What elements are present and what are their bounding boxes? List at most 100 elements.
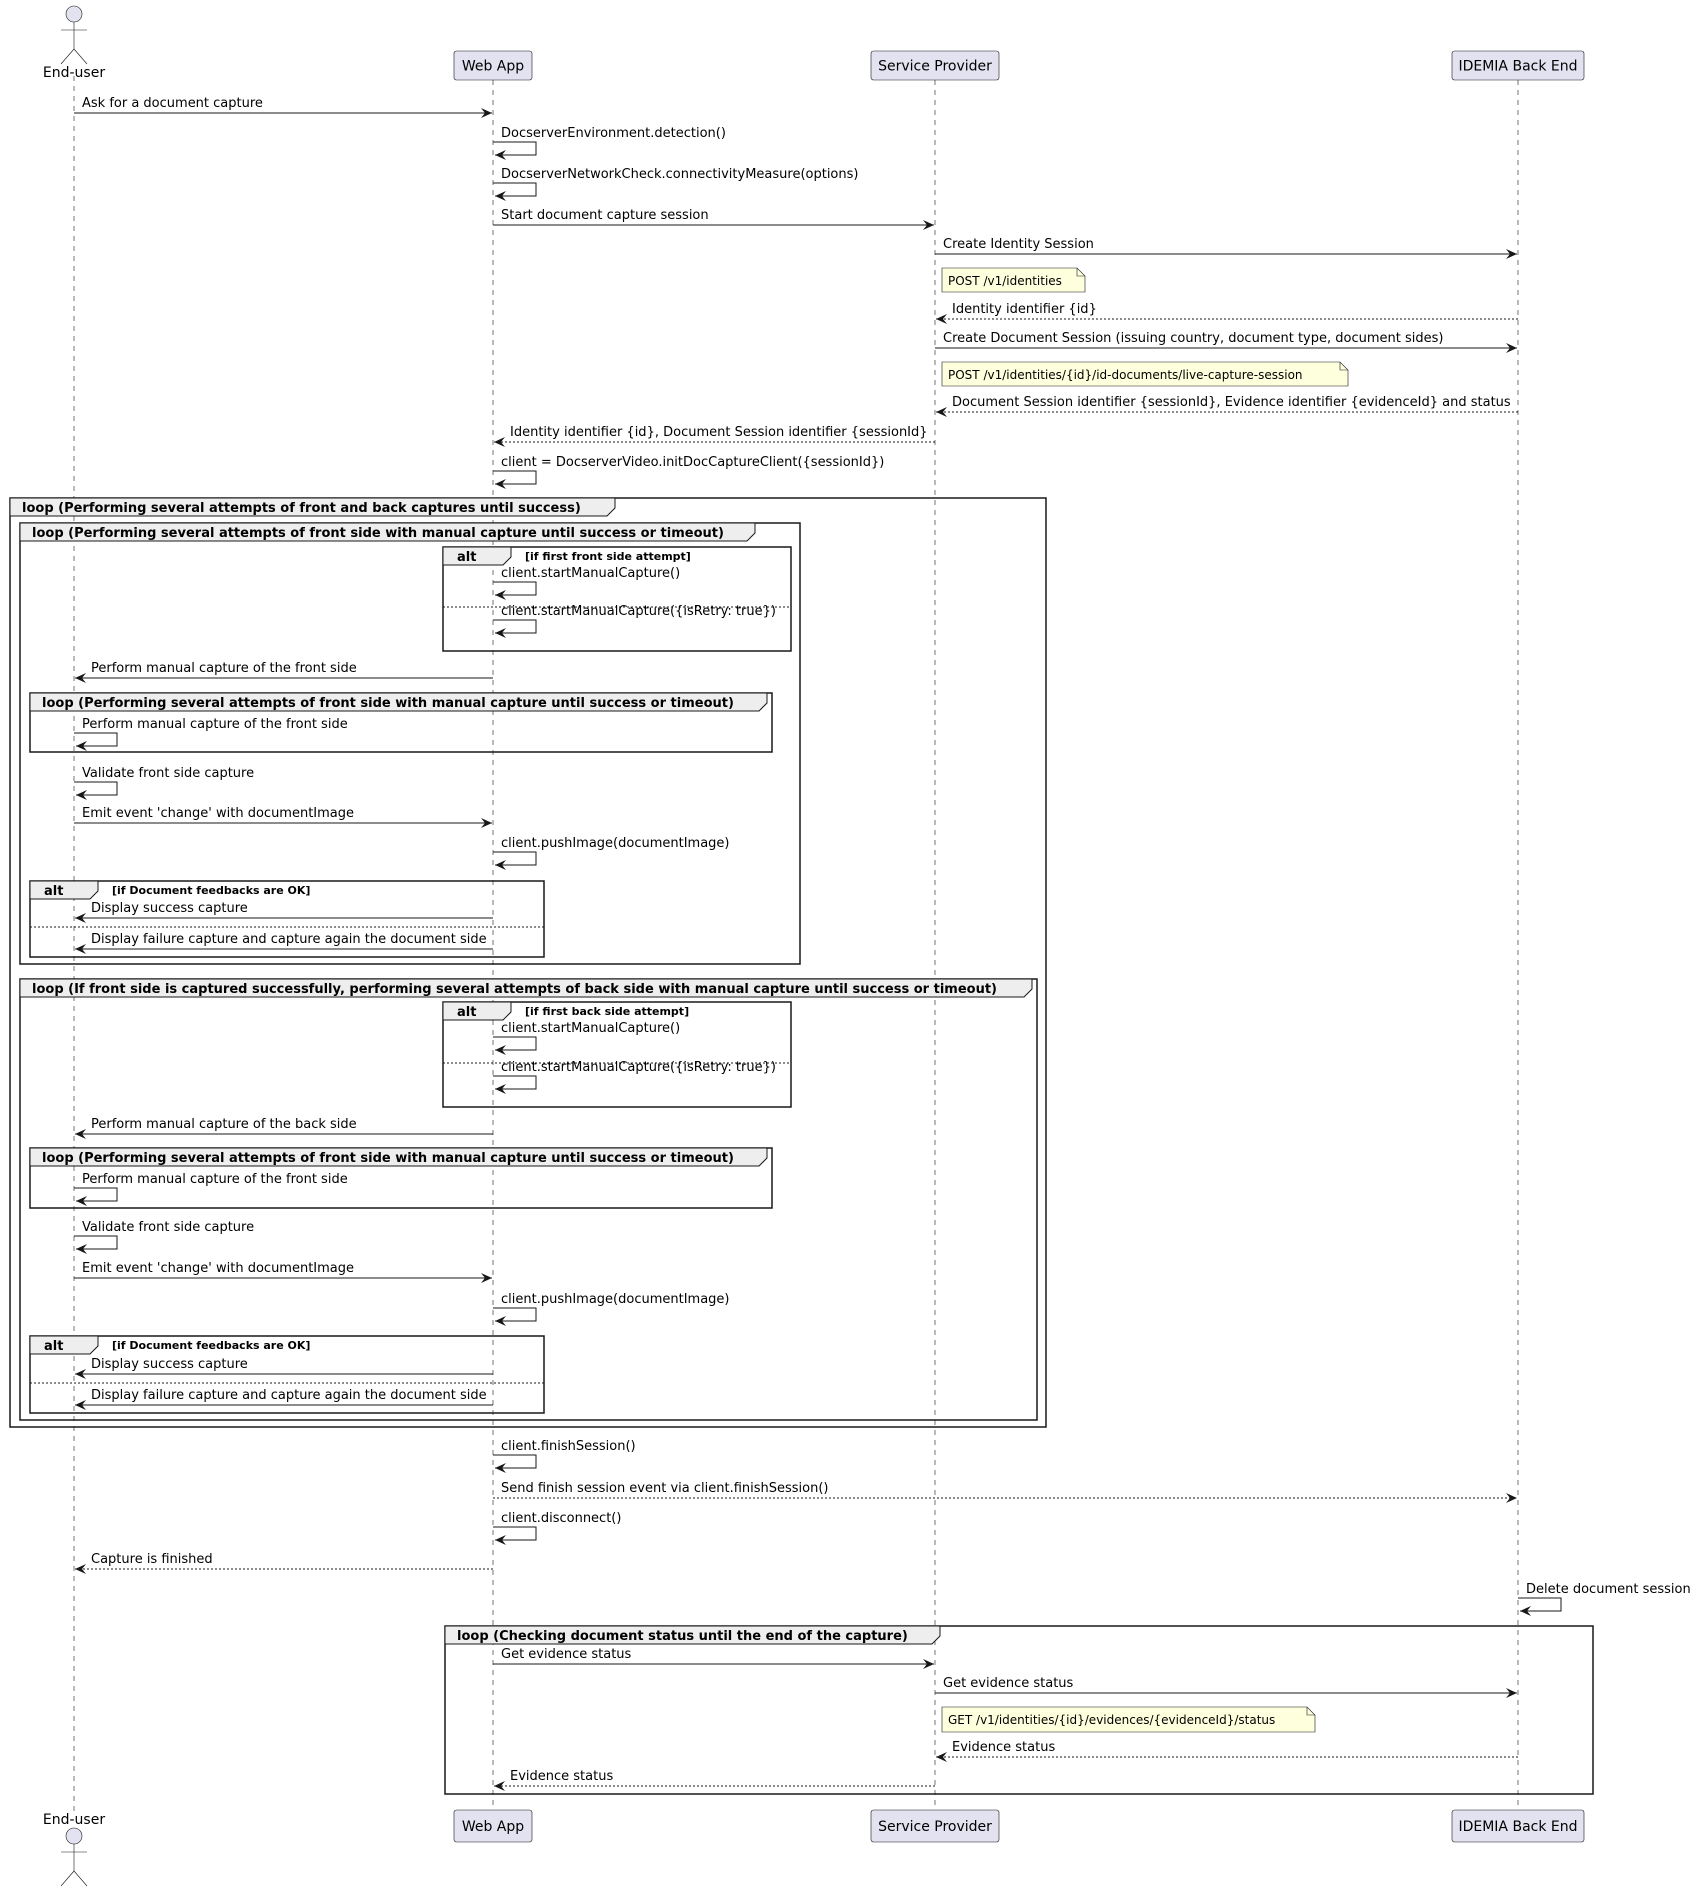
message-label: Send finish session event via client.fin…: [501, 1481, 829, 1496]
message: Emit event 'change' with documentImage: [74, 1261, 492, 1283]
message-label: Display failure capture and capture agai…: [91, 932, 487, 947]
note: GET /v1/identities/{id}/evidences/{evide…: [941, 1706, 1316, 1733]
message: Document Session identifier {sessionId},…: [936, 395, 1518, 417]
fragment-title: alt: [44, 1339, 63, 1354]
fragment-title: loop (Checking document status until the…: [457, 1629, 908, 1644]
message: client.finishSession(): [493, 1439, 636, 1473]
fragment-frame: [19, 978, 1038, 1421]
message: Get evidence status: [493, 1647, 934, 1669]
self-message-arrow: [493, 851, 537, 870]
self-message-arrow: [493, 619, 537, 638]
message: client.startManualCapture({isRetry: true…: [493, 604, 776, 638]
actor-head-icon: [65, 1827, 83, 1845]
message-label: Document Session identifier {sessionId},…: [952, 395, 1511, 410]
message: Display success capture: [75, 901, 493, 923]
message-label: Perform manual capture of the back side: [91, 1117, 357, 1132]
message-label: Capture is finished: [91, 1552, 213, 1567]
fragment-condition: [if first back side attempt]: [525, 1005, 689, 1018]
note: POST /v1/identities: [941, 267, 1086, 293]
self-message-arrow: [74, 1187, 118, 1206]
message: client = DocserverVideo.initDocCaptureCl…: [493, 455, 884, 489]
message-label: Start document capture session: [501, 208, 709, 223]
note-text: GET /v1/identities/{id}/evidences/{evide…: [948, 1713, 1275, 1727]
message: Create Identity Session: [935, 237, 1517, 259]
message-label: Identity identifier {id}, Document Sessi…: [510, 425, 928, 440]
message: Ask for a document capture: [74, 96, 492, 118]
fragment-title: alt: [457, 550, 476, 565]
message-label: Display success capture: [91, 1357, 248, 1372]
fragment-title: alt: [44, 884, 63, 899]
fragment-alt: alt [if first front side attempt]: [442, 546, 792, 652]
message-label: Display success capture: [91, 901, 248, 916]
message-label: Validate front side capture: [82, 766, 254, 781]
message: Capture is finished: [75, 1552, 493, 1574]
message: Evidence status: [936, 1740, 1518, 1762]
message-label: Identity identifier {id}: [952, 302, 1097, 317]
message-label: Emit event 'change' with documentImage: [82, 806, 354, 821]
message-label: Validate front side capture: [82, 1220, 254, 1235]
message-label: client.startManualCapture(): [501, 566, 680, 581]
fragment-tab: [29, 1335, 99, 1355]
participant-label: End-user: [43, 65, 105, 81]
fragment-condition: [if Document feedbacks are OK]: [112, 1339, 310, 1352]
fragment-title: loop (Performing several attempts of fro…: [42, 696, 734, 711]
message: client.pushImage(documentImage): [493, 836, 730, 870]
note-text: POST /v1/identities/{id}/id-documents/li…: [948, 368, 1303, 382]
message: Display failure capture and capture agai…: [75, 1388, 493, 1410]
message-label: Perform manual capture of the front side: [82, 1172, 348, 1187]
message-label: Get evidence status: [501, 1647, 632, 1662]
self-message-arrow: [74, 1235, 118, 1254]
fragment-tab: [442, 1001, 512, 1021]
message: client.startManualCapture(): [493, 566, 680, 600]
message: Start document capture session: [493, 208, 934, 230]
self-message-arrow: [74, 732, 118, 751]
message: Display success capture: [75, 1357, 493, 1379]
message-label: client = DocserverVideo.initDocCaptureCl…: [501, 455, 884, 470]
self-message-arrow: [493, 581, 537, 600]
actor-leg-icon: [60, 48, 75, 65]
participant-webapp-top: Web App: [453, 50, 533, 81]
fragments: loop (Performing several attempts of fro…: [9, 497, 1594, 1795]
fragment-title: loop (If front side is captured successf…: [32, 982, 997, 997]
self-message-arrow: [1518, 1597, 1562, 1616]
message-label: client.finishSession(): [501, 1439, 636, 1454]
message: Send finish session event via client.fin…: [493, 1481, 1517, 1503]
participant-label: Service Provider: [878, 1819, 992, 1835]
message: Delete document session: [1518, 1582, 1691, 1616]
self-message-arrow: [74, 781, 118, 800]
message-label: Display failure capture and capture agai…: [91, 1388, 487, 1403]
message-label: Create Document Session (issuing country…: [943, 331, 1443, 346]
message: Identity identifier {id}, Document Sessi…: [494, 425, 935, 447]
participant-idemia-top: IDEMIA Back End: [1451, 50, 1585, 81]
message: Emit event 'change' with documentImage: [74, 806, 492, 828]
message-label: client.startManualCapture({isRetry: true…: [501, 604, 776, 619]
self-message-arrow: [493, 141, 537, 160]
fragment-condition: [if Document feedbacks are OK]: [112, 884, 310, 897]
fragment-tab: [29, 880, 99, 900]
sequence-diagram: loop (Performing several attempts of fro…: [9, 5, 1691, 1887]
message-label: Create Identity Session: [943, 237, 1094, 252]
message-label: Evidence status: [952, 1740, 1055, 1755]
message-label: client.disconnect(): [501, 1511, 621, 1526]
fragment-title: alt: [457, 1005, 476, 1020]
notes: POST /v1/identities POST /v1/identities/{…: [941, 267, 1349, 1733]
message: Perform manual capture of the front side: [75, 661, 493, 683]
fragment-frame: [19, 522, 801, 965]
message: Validate front side capture: [74, 766, 254, 800]
message: Identity identifier {id}: [936, 302, 1518, 324]
actor-leg-icon: [73, 48, 88, 65]
participant-label: Service Provider: [878, 59, 992, 75]
fragment-title: loop (Performing several attempts of fro…: [22, 501, 581, 516]
note: POST /v1/identities/{id}/id-documents/li…: [941, 361, 1349, 387]
fragment-loop: loop (Performing several attempts of fro…: [9, 497, 1047, 1428]
participant-label: IDEMIA Back End: [1458, 1819, 1577, 1835]
fragment-alt: alt [if first back side attempt]: [442, 1001, 792, 1108]
participant-sp-bottom: Service Provider: [870, 1809, 1000, 1843]
message: client.pushImage(documentImage): [493, 1292, 730, 1326]
self-message-arrow: [493, 1454, 537, 1473]
message: Evidence status: [494, 1769, 935, 1791]
note-text: POST /v1/identities: [948, 274, 1062, 288]
self-message-arrow: [493, 1526, 537, 1545]
self-message-arrow: [493, 1036, 537, 1055]
message-label: client.pushImage(documentImage): [501, 836, 730, 851]
